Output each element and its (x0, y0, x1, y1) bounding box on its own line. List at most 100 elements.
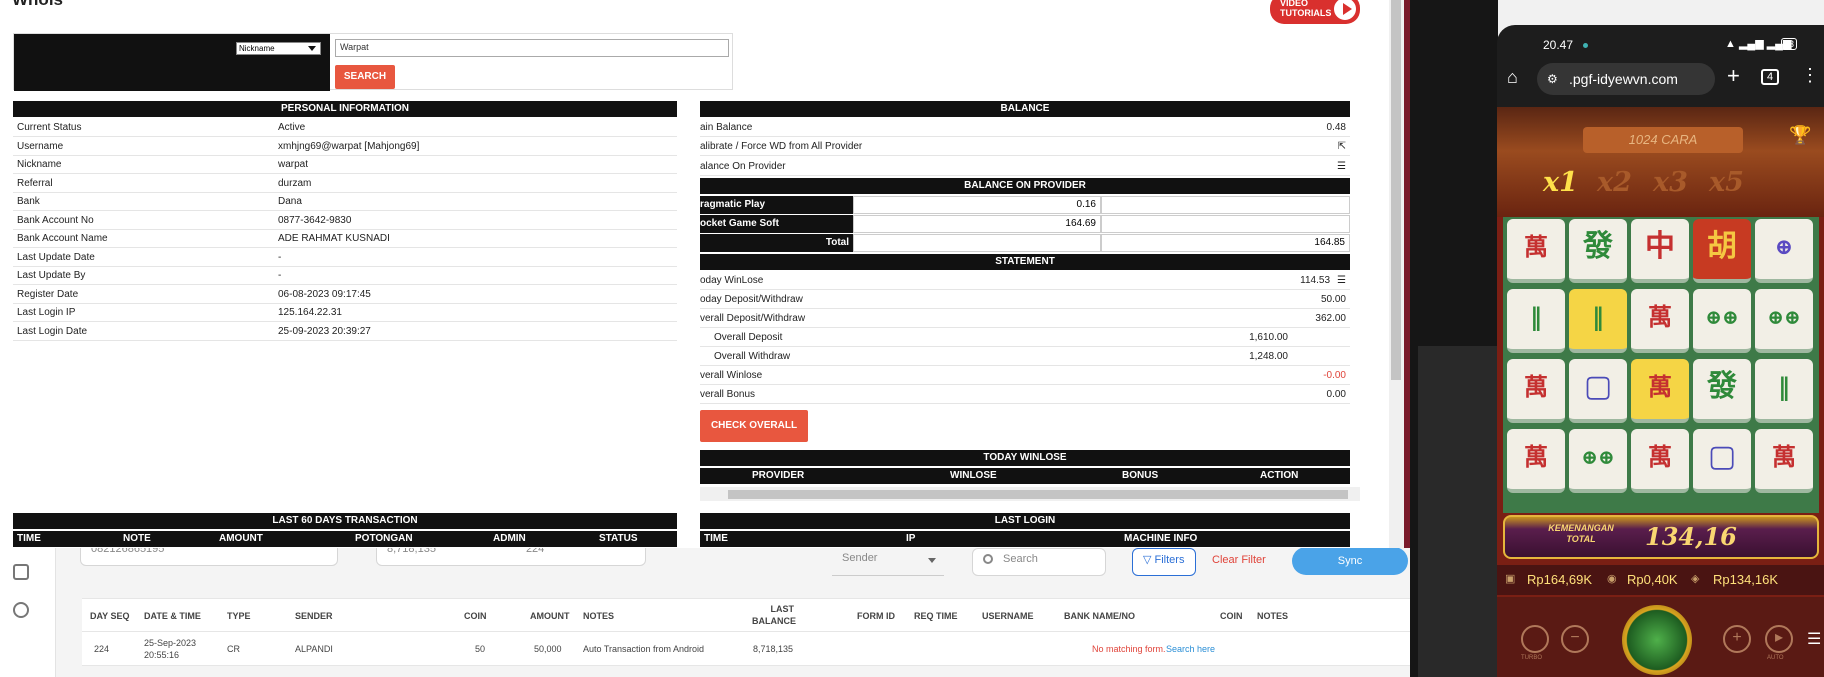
tile-white-dragon-icon: ▢ (1569, 359, 1627, 423)
export-icon[interactable]: ⇱ (1338, 138, 1346, 156)
personal-info-value: xmhjng69@warpat [Mahjong69] (278, 140, 420, 152)
provider-name: ragmatic Play (700, 196, 853, 214)
auto-label: AUTO (1767, 655, 1784, 661)
scroll-thumb[interactable] (1391, 0, 1401, 380)
sync-button[interactable]: Sync (1292, 547, 1408, 575)
overall-bonus-label: verall Bonus (700, 389, 756, 400)
provider-name: ocket Game Soft (700, 215, 853, 233)
balance-on-provider-header: BALANCE ON PROVIDER (700, 178, 1350, 194)
col-time: TIME (704, 533, 728, 544)
minus-button[interactable]: − (1561, 625, 1589, 653)
app-sidebar (0, 548, 56, 677)
screen: 082126865195 8,718,135 224 Sender Search … (0, 0, 1824, 677)
col-type: TYPE (227, 611, 251, 621)
personal-info-value: 125.164.22.31 (278, 307, 342, 318)
menu-icon[interactable]: ☰ (1807, 629, 1821, 649)
calibrate-label: alibrate / Force WD from All Provider (700, 141, 863, 152)
new-tab-icon[interactable]: + (1727, 63, 1740, 89)
vertical-scrollbar[interactable] (1389, 0, 1403, 548)
check-overall-button[interactable]: CHECK OVERALL (700, 410, 808, 442)
personal-info-row: Current Status Active (13, 119, 677, 137)
overall-deposit-row: Overall Deposit 1,610.00 (700, 329, 1350, 347)
balance-on-provider-label: alance On Provider (700, 161, 786, 172)
main-balance-row: ain Balance 0.48 (700, 119, 1350, 137)
personal-info-row: Nickname warpat (13, 156, 677, 174)
menu-dots-icon[interactable]: ⋮ (1801, 65, 1819, 86)
overall-dw-value: 362.00 (1315, 313, 1346, 324)
multiplier-x2: x2 (1597, 167, 1632, 198)
col-date-time: DATE & TIME (144, 611, 201, 621)
auto-button[interactable]: ▸ (1765, 625, 1793, 653)
search-type-select[interactable]: Nickname (236, 42, 321, 55)
page-title: Whois (12, 0, 63, 10)
whois-window: Whois VIDEO TUTORIALS Nickname Warpat SE… (0, 0, 1403, 548)
address-bar[interactable]: ⚙ .pgf-idyewvn.com (1537, 63, 1715, 95)
sidebar-icon-history[interactable] (13, 602, 29, 618)
video-tutorials-button[interactable]: VIDEO TUTORIALS (1270, 0, 1360, 24)
table-row[interactable]: 224 25-Sep-2023 20:55:16 CR ALPANDI 50 50… (82, 632, 1410, 666)
overall-bonus-value: 0.00 (1326, 389, 1346, 400)
personal-info-row: Last Update By - (13, 267, 677, 285)
calibrate-row: alibrate / Force WD from All Provider ⇱ (700, 138, 1350, 156)
overall-withdraw-row: Overall Withdraw 1,248.00 (700, 348, 1350, 366)
url-text: .pgf-idyewvn.com (1569, 71, 1678, 87)
turbo-button[interactable] (1521, 625, 1549, 653)
personal-info-row: Bank Account Name ADE RAHMAT KUSNADI (13, 230, 677, 248)
row-notes: Auto Transaction from Android (583, 644, 705, 654)
col-provider: PROVIDER (752, 470, 805, 481)
sidebar-icon-profile[interactable] (13, 564, 29, 580)
search-button[interactable]: SEARCH (335, 65, 395, 89)
tile-zhong-icon: 中 (1631, 219, 1689, 283)
personal-info-row: Last Login Date 25-09-2023 20:39:27 (13, 323, 677, 341)
personal-info-row: Last Update Date - (13, 249, 677, 267)
last-login-columns: TIME IP MACHINE INFO (700, 531, 1350, 547)
tabs-count-icon[interactable]: 4 (1761, 69, 1780, 85)
sender-select[interactable]: Sender (832, 548, 944, 576)
row-time: 20:55:16 (144, 650, 180, 660)
search-here-link[interactable]: Search here (1166, 644, 1215, 654)
clear-filter-link[interactable]: Clear Filter (1212, 554, 1266, 566)
main-balance-label: ain Balance (700, 122, 753, 133)
provider-row: ragmatic Play 0.16 (700, 196, 1350, 214)
provider-extra (1101, 196, 1350, 214)
search-input[interactable]: Warpat (335, 39, 729, 57)
filters-button[interactable]: ▽ Filters (1132, 548, 1196, 576)
personal-info-label: Bank Account Name (17, 233, 108, 244)
ways-label: 1024 CARA (1583, 127, 1743, 153)
col-action: ACTION (1260, 470, 1299, 481)
search-input[interactable]: Search (972, 548, 1106, 576)
spin-button[interactable] (1622, 605, 1692, 675)
filters-label: Filters (1154, 554, 1185, 566)
transactions-table-header: DAY SEQ DATE & TIME TYPE SENDER COIN AMO… (82, 598, 1410, 632)
today-dw-row: oday Deposit/Withdraw 50.00 (700, 291, 1350, 309)
today-winlose-header: TODAY WINLOSE (700, 450, 1350, 466)
plus-button[interactable]: + (1723, 625, 1751, 653)
tile-wan-icon: 萬 (1631, 289, 1689, 353)
mutation-app: 082126865195 8,718,135 224 Sender Search … (0, 538, 1410, 677)
tile-bamboo-icon: ‖ (1755, 359, 1813, 423)
list-icon[interactable]: ☰ (1337, 272, 1346, 290)
row-amount: 50,000 (534, 644, 562, 654)
col-bonus: BONUS (1122, 470, 1159, 481)
provider-table: ragmatic Play 0.16 ocket Game Soft 164.69 … (700, 196, 1350, 252)
home-icon[interactable]: ⌂ (1507, 67, 1518, 88)
tile-bamboo-icon: ‖ (1507, 289, 1565, 353)
col-note: NOTE (123, 533, 151, 544)
mahjong-game: 1024 CARA 🏆 x1 x2 x3 x5 萬 發 中 胡 ⊕ ‖ ‖ 萬 … (1497, 107, 1824, 677)
overall-winlose-label: verall Winlose (700, 370, 763, 381)
game-controls: TURBO − + ▸ AUTO ☰ (1497, 597, 1824, 677)
scroll-thumb[interactable] (728, 490, 1348, 499)
horizontal-scrollbar[interactable] (700, 487, 1360, 501)
row-last-balance: 8,718,135 (753, 644, 794, 654)
today-dw-label: oday Deposit/Withdraw (700, 294, 803, 305)
col-winlose: WINLOSE (950, 470, 997, 481)
search-label-cell-2 (14, 62, 330, 91)
trophy-icon[interactable]: 🏆 (1789, 125, 1811, 146)
personal-info-label: Last Update Date (17, 251, 95, 263)
wallet-icon: ▣ (1505, 573, 1516, 585)
site-settings-icon[interactable]: ⚙ (1547, 63, 1558, 95)
row-sender: ALPANDI (295, 644, 333, 654)
col-day-seq: DAY SEQ (90, 611, 130, 621)
game-header: 1024 CARA 🏆 x1 x2 x3 x5 (1497, 107, 1824, 217)
list-icon[interactable]: ☰ (1337, 158, 1346, 176)
